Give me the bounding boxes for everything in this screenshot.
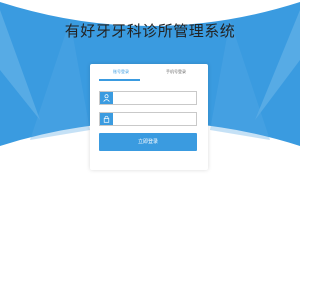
username-field <box>99 91 200 105</box>
login-button[interactable]: 立即登录 <box>99 133 197 151</box>
login-card: 账号登录 手机号登录 立即登录 <box>90 64 208 170</box>
page-title: 有好牙牙科诊所管理系统 <box>64 22 236 40</box>
password-field <box>99 112 200 126</box>
user-icon <box>100 92 113 104</box>
login-tabs: 账号登录 手机号登录 <box>90 64 208 82</box>
lock-icon <box>100 113 113 125</box>
tab-phone-login[interactable]: 手机号登录 <box>166 69 186 75</box>
login-page: 有好牙牙科诊所管理系统 账号登录 手机号登录 立即登录 <box>0 0 300 300</box>
password-input[interactable] <box>114 113 200 125</box>
tab-account-login[interactable]: 账号登录 <box>113 69 129 75</box>
username-input[interactable] <box>114 92 200 104</box>
active-tab-indicator <box>99 79 140 81</box>
